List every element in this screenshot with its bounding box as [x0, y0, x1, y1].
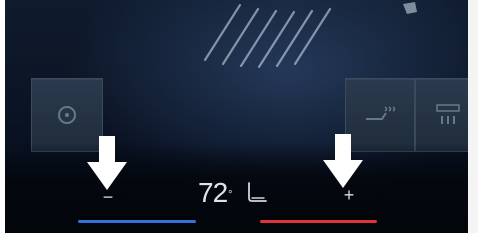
temperature-value: 72	[198, 177, 228, 208]
degree-symbol: °	[228, 189, 233, 201]
temperature-readout: 72°	[198, 177, 233, 208]
fan-icon	[58, 106, 76, 124]
climate-display	[5, 0, 478, 233]
arrow-down-icon	[323, 134, 363, 188]
arrow-down-icon	[87, 136, 127, 190]
bottom-band	[5, 143, 478, 233]
cool-indicator-bar	[78, 220, 196, 223]
screen: − + 72°	[0, 0, 483, 240]
rear-defrost-icon	[435, 104, 460, 124]
temperature-decrease-button[interactable]: −	[101, 188, 115, 206]
heat-indicator-bar	[260, 220, 377, 223]
light-streaks-decoration	[203, 2, 417, 69]
seat-heat-icon	[366, 106, 396, 120]
seat-icon[interactable]	[244, 180, 270, 206]
right-edge	[468, 0, 478, 233]
temperature-increase-button[interactable]: +	[341, 186, 357, 204]
